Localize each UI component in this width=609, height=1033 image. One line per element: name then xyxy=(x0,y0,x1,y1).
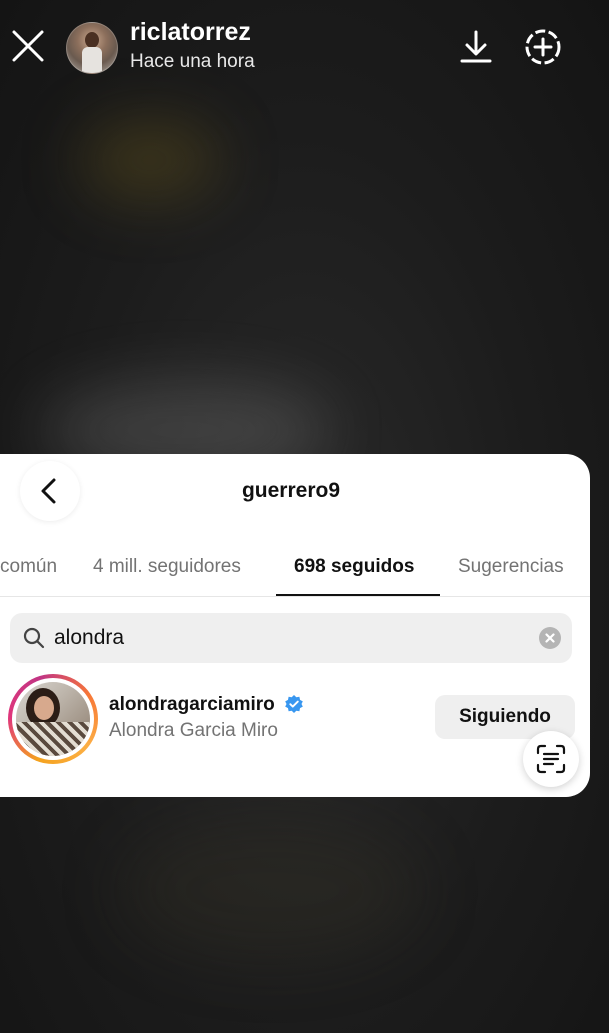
blurred-light xyxy=(120,820,420,960)
clear-search-icon[interactable] xyxy=(539,627,561,649)
close-icon[interactable] xyxy=(8,24,48,68)
search-bar[interactable] xyxy=(10,613,572,663)
tab-followers[interactable]: 4 mill. seguidores xyxy=(93,556,241,578)
blurred-light xyxy=(80,120,220,200)
tab-following[interactable]: 698 seguidos xyxy=(294,556,414,578)
result-full-name: Alondra Garcia Miro xyxy=(109,720,278,741)
story-timestamp: Hace una hora xyxy=(130,51,255,72)
search-input[interactable] xyxy=(54,613,524,663)
panel-title: guerrero9 xyxy=(241,479,341,502)
download-icon[interactable] xyxy=(455,26,497,68)
text-scan-button[interactable] xyxy=(523,731,579,787)
add-to-story-icon[interactable] xyxy=(520,24,566,70)
verified-badge-icon xyxy=(284,694,304,714)
tab-suggestions[interactable]: Sugerencias xyxy=(458,556,564,578)
scan-text-icon xyxy=(536,744,566,774)
divider xyxy=(0,596,590,597)
tab-mutual[interactable]: común xyxy=(0,556,57,578)
search-icon xyxy=(23,627,45,649)
story-author-avatar[interactable] xyxy=(66,22,118,74)
story-author-username[interactable]: riclatorrez xyxy=(130,18,251,47)
result-username[interactable]: alondragarciamiro xyxy=(109,694,275,716)
avatar[interactable] xyxy=(8,674,98,764)
